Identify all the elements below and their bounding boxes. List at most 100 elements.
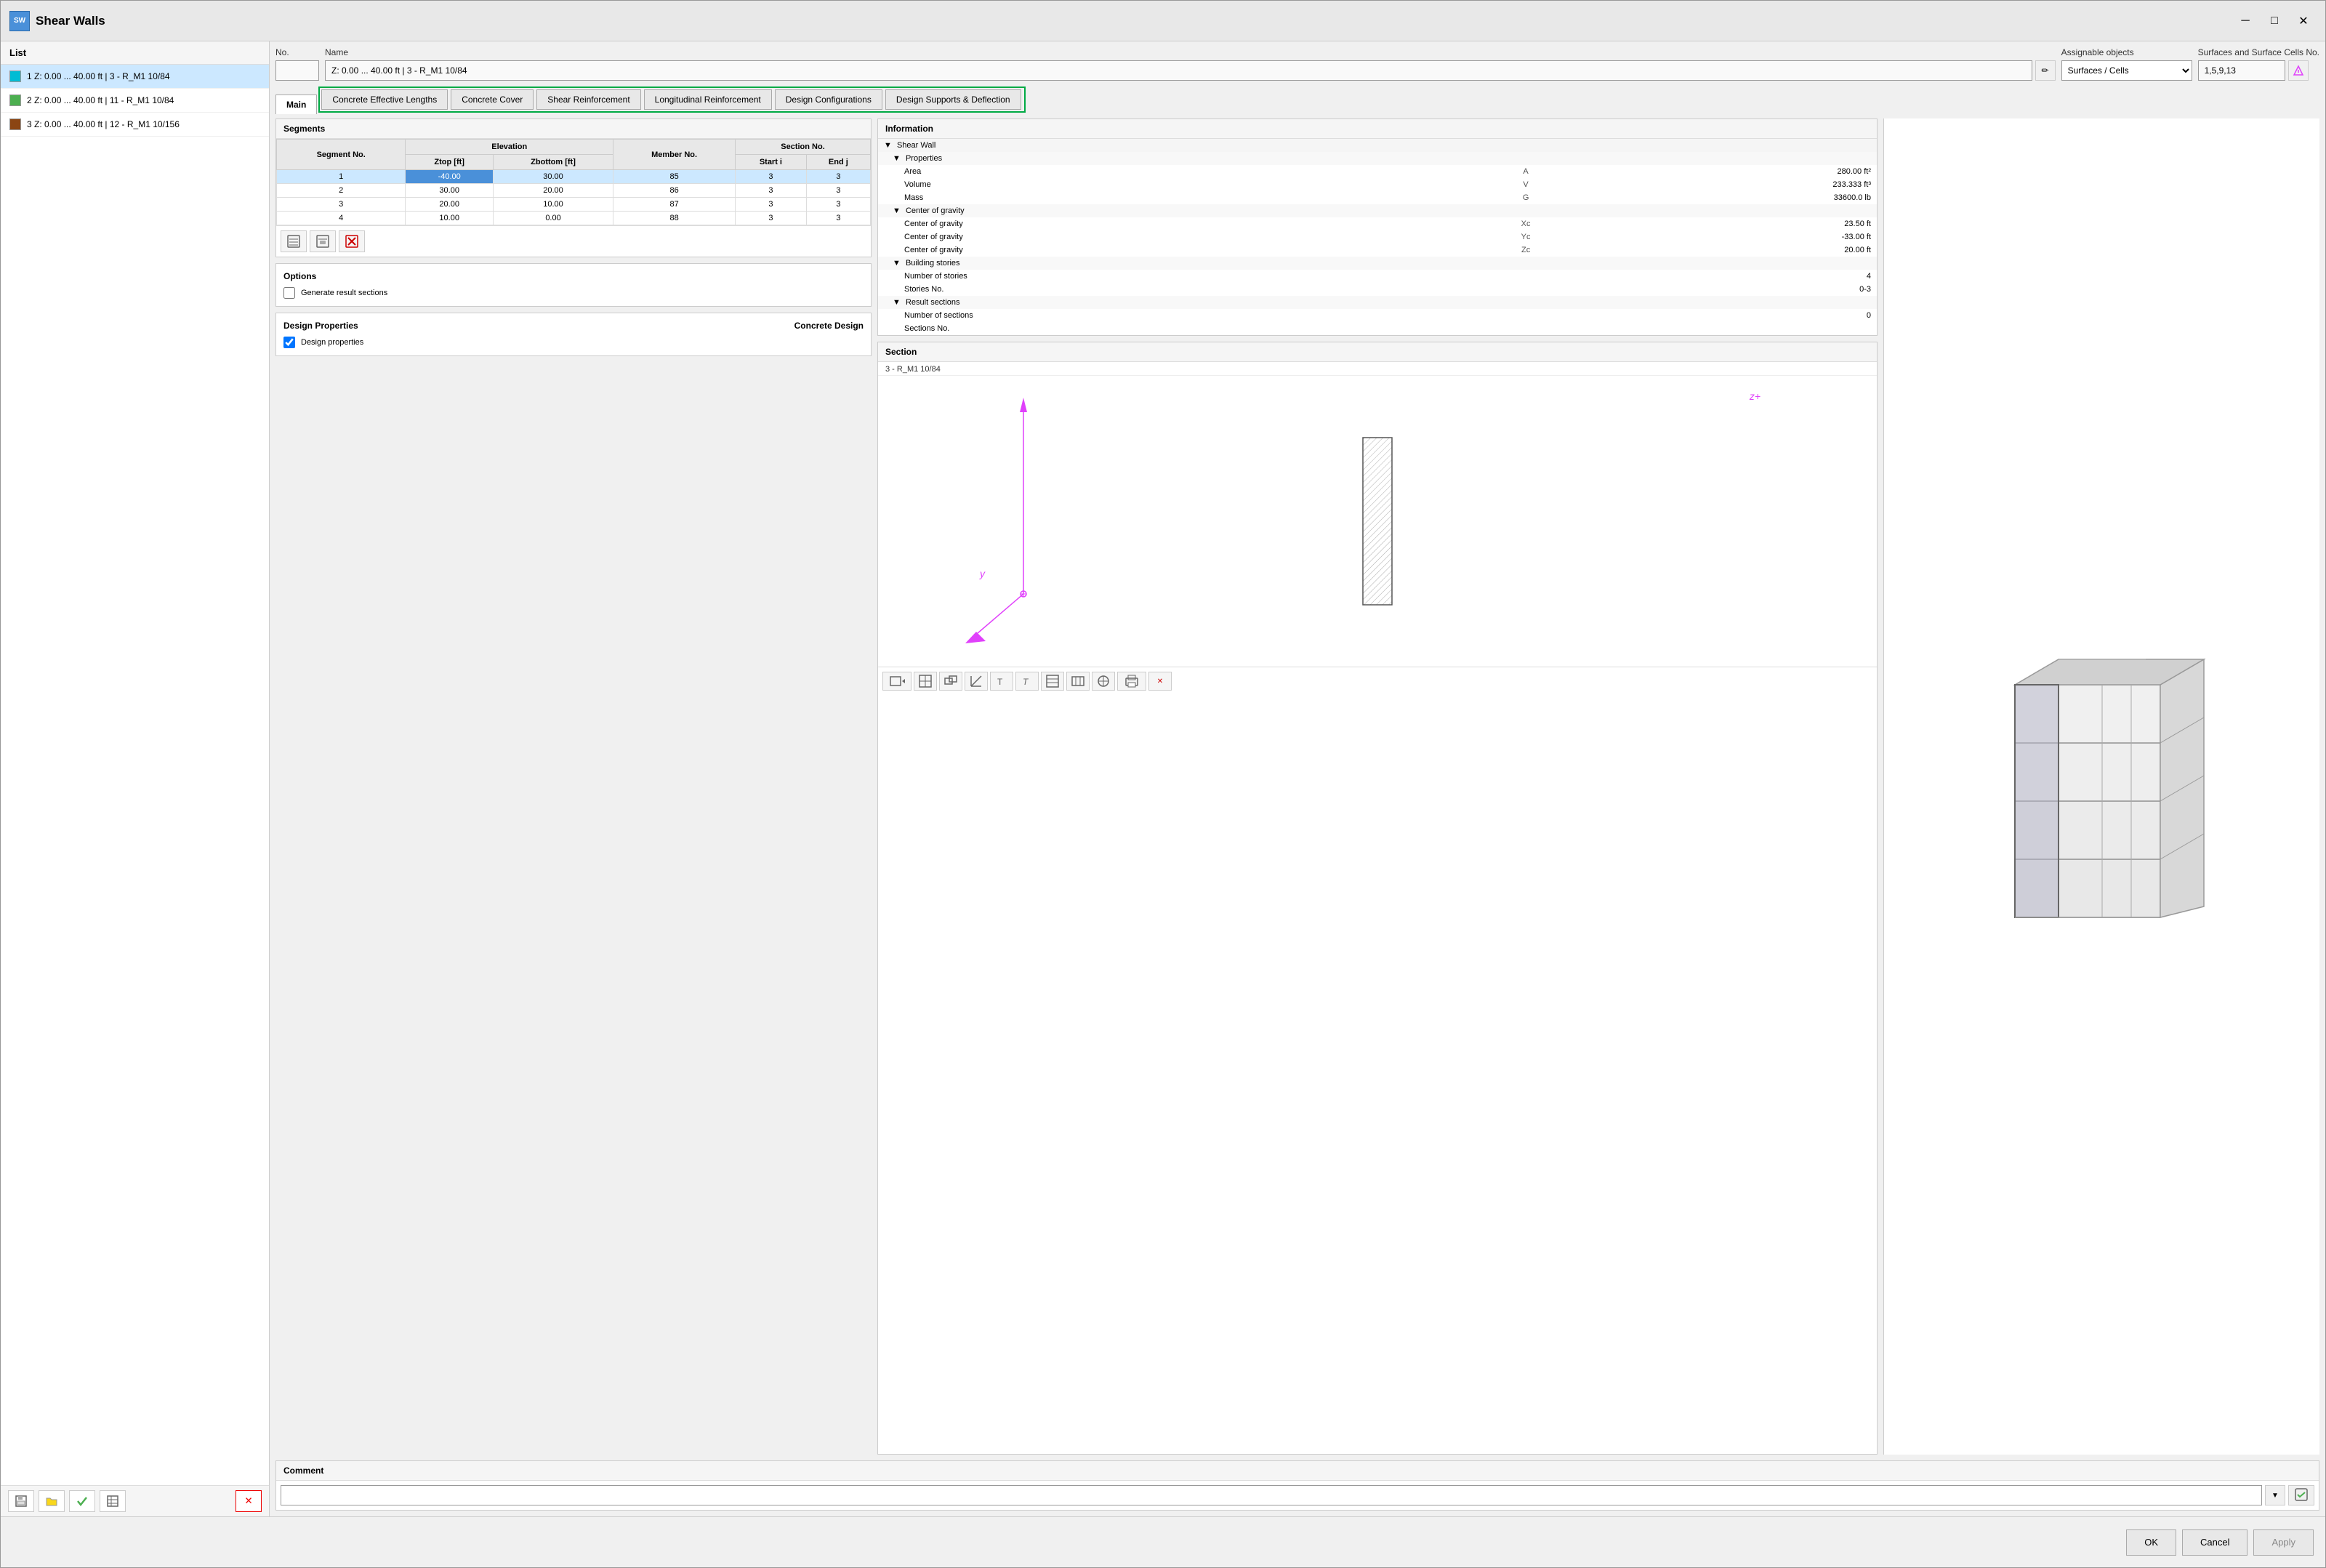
tabs-area: Main Concrete Effective Lengths Concrete… xyxy=(275,87,2319,113)
content-area: Segments Segment No. Elevation Member No… xyxy=(275,118,2319,1455)
val-sections-no xyxy=(1587,322,1877,335)
cell-ztop: 30.00 xyxy=(406,184,494,198)
cancel-button[interactable]: Cancel xyxy=(2182,1529,2247,1556)
key-num-sections: Number of sections xyxy=(878,309,1465,322)
key-stories-no: Stories No. xyxy=(878,283,1465,296)
tab-design-configurations[interactable]: Design Configurations xyxy=(775,89,882,110)
check-button[interactable] xyxy=(69,1490,95,1512)
design-properties-label[interactable]: Design properties xyxy=(301,338,363,347)
val-mass: 33600.0 lb xyxy=(1587,191,1877,204)
generate-sections-label[interactable]: Generate result sections xyxy=(301,289,387,297)
col-start-i: Start i xyxy=(736,155,807,170)
title-bar-left: SW Shear Walls xyxy=(9,11,105,31)
val-num-stories: 4 xyxy=(1587,270,1877,283)
table-row[interactable]: 4 10.00 0.00 88 3 3 xyxy=(277,212,871,225)
title-bar: SW Shear Walls ─ □ ✕ xyxy=(1,1,2325,41)
name-input[interactable] xyxy=(325,60,2032,81)
tab-concrete-cover[interactable]: Concrete Cover xyxy=(451,89,534,110)
name-section: Name ✏ xyxy=(325,47,2056,81)
section-close-button[interactable]: ✕ xyxy=(1148,672,1172,691)
generate-sections-checkbox[interactable] xyxy=(283,287,295,299)
assignable-section: Assignable objects Surfaces / Cells xyxy=(2061,47,2192,81)
close-button[interactable]: ✕ xyxy=(2290,10,2317,32)
stories-row[interactable]: ▼ Building stories xyxy=(878,257,1877,270)
list-item[interactable]: 3 Z: 0.00 ... 40.00 ft | 12 - R_M1 10/15… xyxy=(1,113,269,137)
cell-member: 87 xyxy=(613,198,736,212)
surfaces-pick-button[interactable] xyxy=(2288,60,2309,81)
segments-section: Segments Segment No. Elevation Member No… xyxy=(275,118,872,257)
section-tool-8[interactable] xyxy=(1066,672,1090,691)
table-row[interactable]: 1 -40.00 30.00 85 3 3 xyxy=(277,170,871,184)
options-section: Options Generate result sections xyxy=(275,263,872,307)
section-tool-7[interactable] xyxy=(1041,672,1064,691)
info-table: ▼ Shear Wall ▼ Properties xyxy=(878,139,1877,335)
info-row-area: Area A 280.00 ft² xyxy=(878,165,1877,178)
right-panel: No. Name ✏ Assignable objects Surfaces /… xyxy=(270,41,2325,1516)
section-tool-4[interactable] xyxy=(965,672,988,691)
minimize-button[interactable]: ─ xyxy=(2232,10,2258,32)
sym-sections-no xyxy=(1465,322,1587,335)
val-xc: 23.50 ft xyxy=(1587,217,1877,230)
top-row: No. Name ✏ Assignable objects Surfaces /… xyxy=(275,47,2319,81)
section-tool-3[interactable] xyxy=(939,672,962,691)
info-row-volume: Volume V 233.333 ft³ xyxy=(878,178,1877,191)
cell-zbottom: 20.00 xyxy=(493,184,613,198)
cell-end: 3 xyxy=(806,198,870,212)
section-title: Section xyxy=(878,342,1877,362)
seg-add-button[interactable] xyxy=(281,230,307,252)
info-row-mass: Mass G 33600.0 lb xyxy=(878,191,1877,204)
shear-wall-row[interactable]: ▼ Shear Wall xyxy=(878,139,1877,152)
color-indicator xyxy=(9,95,21,106)
save-list-button[interactable] xyxy=(8,1490,34,1512)
seg-delete-button[interactable] xyxy=(339,230,365,252)
stories-label: Building stories xyxy=(906,259,960,268)
apply-button[interactable]: Apply xyxy=(2253,1529,2314,1556)
surfaces-input[interactable] xyxy=(2198,60,2285,81)
info-row-stories-no: Stories No. 0-3 xyxy=(878,283,1877,296)
tab-main[interactable]: Main xyxy=(275,95,317,114)
comment-dropdown-button[interactable]: ▼ xyxy=(2265,1485,2285,1505)
cell-start: 3 xyxy=(736,184,807,198)
val-num-sections: 0 xyxy=(1587,309,1877,322)
info-row-sections-no: Sections No. xyxy=(878,322,1877,335)
list-item-label: 3 Z: 0.00 ... 40.00 ft | 12 - R_M1 10/15… xyxy=(27,119,180,129)
comment-input[interactable] xyxy=(281,1485,2262,1505)
cell-ztop: 10.00 xyxy=(406,212,494,225)
tab-concrete-effective-lengths[interactable]: Concrete Effective Lengths xyxy=(321,89,448,110)
list-item[interactable]: 1 Z: 0.00 ... 40.00 ft | 3 - R_M1 10/84 xyxy=(1,65,269,89)
comment-action-button[interactable] xyxy=(2288,1485,2314,1505)
sym-mass: G xyxy=(1465,191,1587,204)
section-print-button[interactable] xyxy=(1117,672,1146,691)
tab-longitudinal-reinforcement[interactable]: Longitudinal Reinforcement xyxy=(644,89,772,110)
list-item[interactable]: 2 Z: 0.00 ... 40.00 ft | 11 - R_M1 10/84 xyxy=(1,89,269,113)
color-indicator xyxy=(9,71,21,82)
ok-button[interactable]: OK xyxy=(2126,1529,2176,1556)
collapse-icon: ▼ xyxy=(884,141,892,150)
section-tool-9[interactable] xyxy=(1092,672,1115,691)
section-tool-6[interactable]: T xyxy=(1015,672,1039,691)
section-tool-2[interactable] xyxy=(914,672,937,691)
properties-collapse: ▼ xyxy=(893,154,901,163)
table-row[interactable]: 3 20.00 10.00 87 3 3 xyxy=(277,198,871,212)
maximize-button[interactable]: □ xyxy=(2261,10,2287,32)
close-list-button[interactable]: ✕ xyxy=(236,1490,262,1512)
window-title: Shear Walls xyxy=(36,14,105,28)
section-tool-1[interactable] xyxy=(882,672,912,691)
assignable-select[interactable]: Surfaces / Cells xyxy=(2061,60,2192,81)
design-properties-checkbox[interactable] xyxy=(283,337,295,348)
cell-end: 3 xyxy=(806,184,870,198)
result-sections-row[interactable]: ▼ Result sections xyxy=(878,296,1877,309)
section-tool-5[interactable]: T xyxy=(990,672,1013,691)
table-row[interactable]: 2 30.00 20.00 86 3 3 xyxy=(277,184,871,198)
window-controls: ─ □ ✕ xyxy=(2232,10,2317,32)
surfaces-section: Surfaces and Surface Cells No. xyxy=(2198,47,2319,81)
open-list-button[interactable] xyxy=(39,1490,65,1512)
val-area: 280.00 ft² xyxy=(1587,165,1877,178)
seg-edit-button[interactable] xyxy=(310,230,336,252)
properties-row[interactable]: ▼ Properties xyxy=(878,152,1877,165)
name-edit-button[interactable]: ✏ xyxy=(2035,60,2056,81)
tab-design-supports-deflection[interactable]: Design Supports & Deflection xyxy=(885,89,1021,110)
table-button[interactable] xyxy=(100,1490,126,1512)
cog-row[interactable]: ▼ Center of gravity xyxy=(878,204,1877,217)
tab-shear-reinforcement[interactable]: Shear Reinforcement xyxy=(536,89,640,110)
